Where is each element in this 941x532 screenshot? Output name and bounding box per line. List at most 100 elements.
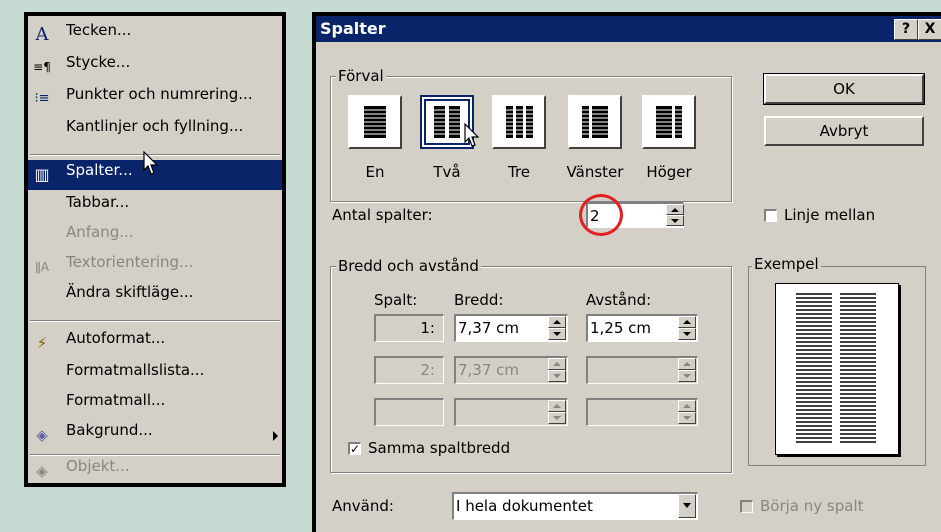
menu-item-label: Tabbar... bbox=[66, 193, 130, 211]
menu-item-label: Punkter och numrering... bbox=[66, 85, 253, 103]
equal-width-label: Samma spaltbredd bbox=[368, 439, 511, 457]
menu-item-tecken[interactable]: A Tecken... bbox=[28, 20, 282, 50]
highlight-circle bbox=[579, 194, 623, 236]
preset-label: Vänster bbox=[566, 163, 624, 181]
spin-down-icon bbox=[678, 412, 696, 424]
spacing-spinner-1[interactable] bbox=[678, 316, 696, 340]
apply-label: Använd: bbox=[332, 497, 394, 515]
menu-item-punkter[interactable]: ⁝≡ Punkter och numrering... bbox=[28, 84, 282, 114]
mouse-pointer-icon bbox=[464, 123, 480, 147]
line-between-checkbox[interactable] bbox=[764, 209, 777, 222]
menu-item-andra-skiftlage[interactable]: Ändra skiftläge... bbox=[28, 282, 282, 312]
spin-up-icon[interactable] bbox=[548, 316, 566, 328]
spin-up-icon bbox=[678, 358, 696, 370]
spacing-spinner-3 bbox=[678, 400, 696, 424]
columns-icon: ▥ bbox=[34, 165, 50, 184]
menu-item-label: Formatmall... bbox=[66, 391, 166, 409]
spin-down-icon bbox=[548, 412, 566, 424]
num-columns-spinner[interactable] bbox=[666, 204, 684, 226]
menu-item-tabbar[interactable]: Tabbar... bbox=[28, 192, 282, 222]
menu-item-label: Autoformat... bbox=[66, 329, 166, 347]
width-spinner-1[interactable] bbox=[548, 316, 566, 340]
two-column-preview-icon bbox=[796, 293, 876, 443]
column-number: 2: bbox=[374, 356, 444, 384]
spin-down-icon bbox=[678, 370, 696, 382]
one-column-icon bbox=[364, 106, 386, 138]
format-menu: A Tecken... ≡¶ Stycke... ⁝≡ Punkter och … bbox=[24, 12, 286, 487]
help-button[interactable]: ? bbox=[894, 19, 918, 40]
spin-down-icon[interactable] bbox=[678, 328, 696, 340]
example-page-preview bbox=[775, 283, 899, 455]
menu-item-label: Stycke... bbox=[66, 53, 131, 71]
width-header: Bredd: bbox=[454, 291, 504, 309]
paragraph-icon: ≡¶ bbox=[33, 60, 51, 74]
example-group-title: Exempel bbox=[752, 255, 821, 273]
line-between-label: Linje mellan bbox=[784, 206, 876, 224]
menu-item-label: Ändra skiftläge... bbox=[66, 283, 194, 301]
width-spinner-2 bbox=[548, 358, 566, 382]
menu-item-label: Formatmallslista... bbox=[66, 361, 205, 379]
spin-up-icon bbox=[548, 358, 566, 370]
cancel-button[interactable]: Avbryt bbox=[764, 116, 924, 146]
spin-up-icon[interactable] bbox=[666, 204, 684, 215]
format-menu-panel: A Tecken... ≡¶ Stycke... ⁝≡ Punkter och … bbox=[28, 16, 282, 483]
menu-item-label: Kantlinjer och fyllning... bbox=[66, 117, 244, 135]
menu-item-bakgrund[interactable]: ◈ Bakgrund... bbox=[28, 420, 282, 450]
autoformat-icon: ⚡ bbox=[36, 334, 48, 352]
menu-item-label: Textorientering... bbox=[66, 253, 194, 271]
spin-up-icon[interactable] bbox=[678, 316, 696, 328]
font-icon: A bbox=[35, 24, 49, 45]
spin-down-icon[interactable] bbox=[666, 215, 684, 226]
menu-item-label: Spalter... bbox=[66, 161, 133, 179]
column-number bbox=[374, 398, 444, 426]
dialog-title-bar[interactable]: Spalter ? X bbox=[316, 16, 941, 42]
menu-item-formatmallslista[interactable]: Formatmallslista... bbox=[28, 360, 282, 390]
preset-right[interactable] bbox=[642, 95, 696, 149]
width-spacing-group-title: Bredd och avstånd bbox=[336, 257, 481, 275]
ok-button[interactable]: OK bbox=[763, 73, 925, 105]
menu-item-label: Anfang... bbox=[66, 223, 134, 241]
spacing-header: Avstånd: bbox=[586, 291, 652, 309]
submenu-arrow-icon bbox=[273, 431, 278, 441]
menu-item-anfang: Anfang... bbox=[28, 222, 282, 252]
spin-down-icon bbox=[548, 370, 566, 382]
menu-item-autoformat[interactable]: ⚡ Autoformat... bbox=[28, 328, 282, 358]
left-columns-icon bbox=[582, 106, 608, 138]
column-header: Spalt: bbox=[374, 291, 418, 309]
spacing-spinner-2 bbox=[678, 358, 696, 382]
menu-item-label: Tecken... bbox=[66, 21, 132, 39]
preset-label: Två bbox=[433, 163, 461, 181]
new-column-checkbox bbox=[740, 500, 753, 513]
spin-up-icon bbox=[548, 400, 566, 412]
close-button[interactable]: X bbox=[918, 19, 941, 40]
menu-item-kantlinjer[interactable]: Kantlinjer och fyllning... bbox=[28, 116, 282, 146]
example-group bbox=[748, 266, 926, 466]
text-direction-icon: ǁA bbox=[34, 260, 50, 274]
menu-item-objekt: ◈ Objekt... bbox=[28, 456, 282, 486]
preset-left[interactable] bbox=[568, 95, 622, 149]
paint-bucket-icon: ◈ bbox=[36, 426, 48, 444]
equal-width-checkbox[interactable]: ✓ bbox=[348, 442, 361, 455]
mouse-pointer-icon bbox=[143, 151, 159, 175]
menu-item-label: Objekt... bbox=[66, 457, 130, 475]
menu-item-stycke[interactable]: ≡¶ Stycke... bbox=[28, 52, 282, 82]
apply-select[interactable]: I hela dokumentet bbox=[452, 492, 698, 520]
preset-label: Tre bbox=[507, 163, 531, 181]
menu-item-formatmall[interactable]: Formatmall... bbox=[28, 390, 282, 420]
menu-item-label: Bakgrund... bbox=[66, 421, 153, 439]
preset-label: En bbox=[365, 163, 385, 181]
three-columns-icon bbox=[506, 106, 533, 138]
spin-down-icon[interactable] bbox=[548, 328, 566, 340]
bullets-icon: ⁝≡ bbox=[34, 91, 50, 106]
preset-three-columns[interactable] bbox=[492, 95, 546, 149]
preset-one-column[interactable] bbox=[348, 95, 402, 149]
object-icon: ◈ bbox=[36, 462, 48, 480]
right-columns-icon bbox=[656, 106, 682, 138]
spin-up-icon bbox=[678, 400, 696, 412]
dropdown-arrow-icon[interactable] bbox=[678, 494, 696, 518]
new-column-label: Börja ny spalt bbox=[760, 497, 864, 515]
num-columns-label: Antal spalter: bbox=[332, 206, 433, 224]
column-number: 1: bbox=[374, 314, 444, 342]
preset-label: Höger bbox=[646, 163, 692, 181]
menu-separator bbox=[30, 320, 280, 322]
